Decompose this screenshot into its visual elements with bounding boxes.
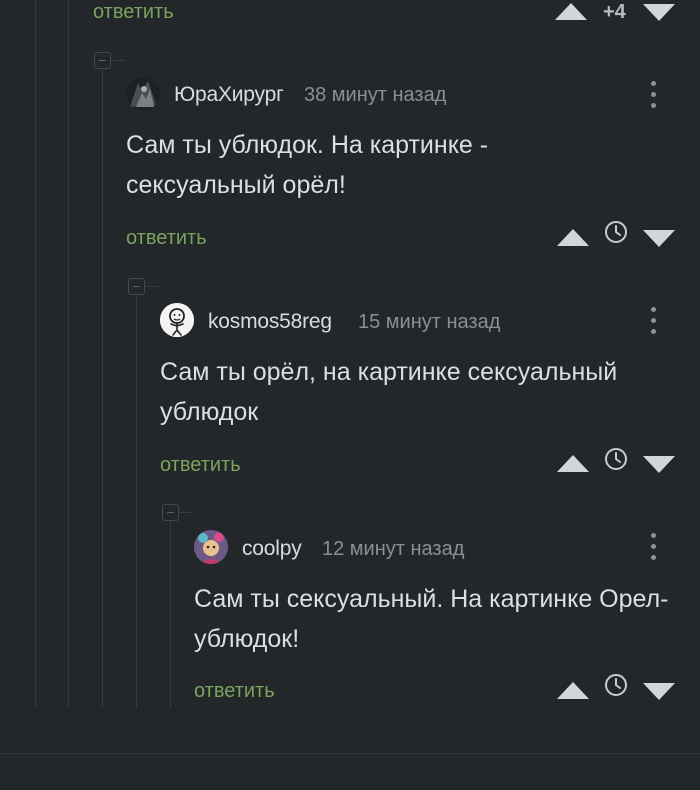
reply-link[interactable]: ответить — [126, 227, 207, 250]
username[interactable]: coolpy — [242, 537, 302, 561]
divider — [0, 753, 700, 754]
timestamp: 15 минут назад — [358, 311, 501, 333]
thread-line — [35, 0, 36, 708]
avatar-image — [194, 530, 228, 564]
clock-icon[interactable] — [604, 673, 628, 697]
avatar[interactable] — [194, 530, 228, 564]
thread-connector — [145, 286, 159, 287]
thread-line — [170, 522, 171, 708]
collapse-button[interactable] — [162, 504, 179, 521]
more-options-icon[interactable] — [649, 533, 657, 561]
clock-icon[interactable] — [604, 447, 628, 471]
rating-count: +4 — [603, 1, 626, 23]
upvote-icon[interactable] — [557, 455, 589, 472]
reply-link[interactable]: ответить — [93, 1, 174, 24]
collapse-button[interactable] — [128, 278, 145, 295]
username[interactable]: ЮраХирург — [174, 83, 284, 107]
downvote-icon[interactable] — [643, 230, 675, 247]
thread-connector — [179, 512, 193, 513]
avatar-image — [126, 77, 160, 111]
thread-line — [102, 70, 103, 708]
avatar-image — [160, 303, 194, 337]
timestamp: 38 минут назад — [304, 84, 447, 106]
more-options-icon[interactable] — [649, 307, 657, 335]
username[interactable]: kosmos58reg — [208, 310, 332, 334]
downvote-icon[interactable] — [643, 456, 675, 473]
timestamp: 12 минут назад — [322, 538, 465, 560]
clock-icon[interactable] — [604, 220, 628, 244]
comment-text: Сам ты сексуальный. На картинке Орел-убл… — [194, 585, 669, 653]
thread-line — [136, 296, 137, 708]
thread-connector — [111, 60, 125, 61]
more-options-icon[interactable] — [649, 81, 657, 109]
upvote-icon[interactable] — [557, 682, 589, 699]
avatar[interactable] — [126, 77, 160, 111]
downvote-icon[interactable] — [643, 683, 675, 700]
reply-link[interactable]: ответить — [194, 680, 275, 703]
downvote-icon[interactable] — [643, 4, 675, 21]
thread-line — [68, 0, 69, 708]
comment-text: Сам ты ублюдок. На картинке - сексуальны… — [126, 131, 489, 199]
comment-text: Сам ты орёл, на картинке сексуальный убл… — [160, 358, 618, 426]
collapse-button[interactable] — [94, 52, 111, 69]
reply-link[interactable]: ответить — [160, 454, 241, 477]
upvote-icon[interactable] — [555, 3, 587, 20]
upvote-icon[interactable] — [557, 229, 589, 246]
avatar[interactable] — [160, 303, 194, 337]
